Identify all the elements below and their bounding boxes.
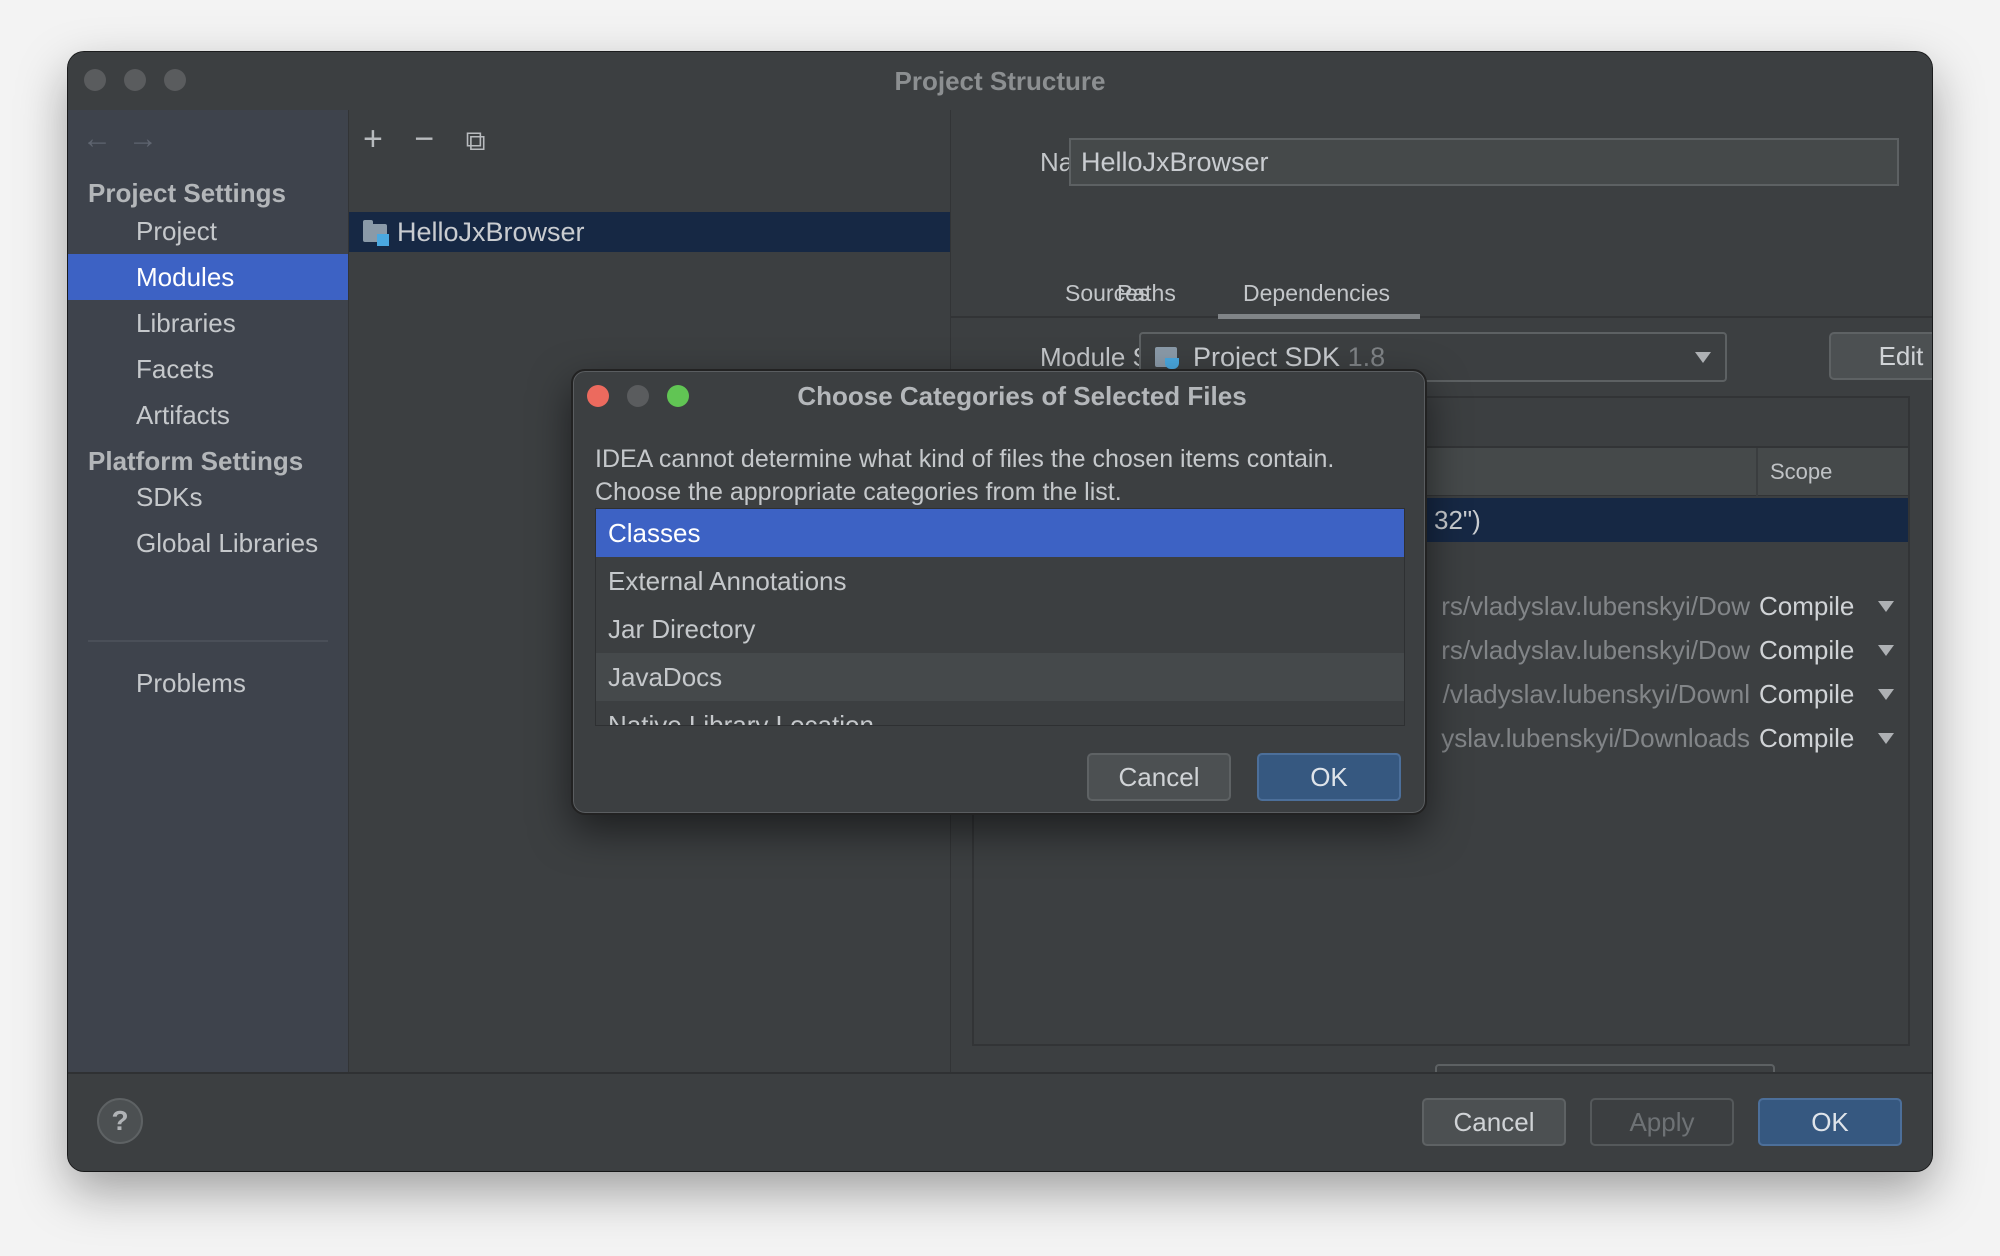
sidebar-item-project[interactable]: Project: [68, 208, 348, 254]
edit-sdk-button[interactable]: Edit: [1829, 332, 1932, 380]
active-tab-indicator: [1218, 314, 1420, 319]
sdk-folder-icon: [1155, 344, 1185, 372]
chevron-down-icon[interactable]: [1878, 689, 1894, 700]
help-button[interactable]: ?: [97, 1098, 143, 1144]
category-item-classes[interactable]: Classes: [596, 509, 1404, 557]
dialog-ok-button[interactable]: OK: [1257, 753, 1401, 801]
sidebar-item-libraries[interactable]: Libraries: [68, 300, 348, 346]
dialog-message-line-2: Choose the appropriate categories from t…: [595, 478, 1122, 506]
title-bar: Project Structure: [68, 52, 1932, 110]
categories-list[interactable]: Classes External Annotations Jar Directo…: [595, 508, 1405, 726]
platform-settings-header: Platform Settings: [88, 446, 304, 476]
arrow-right-icon[interactable]: →: [128, 122, 158, 155]
dialog-title: Choose Categories of Selected Files: [797, 381, 1247, 411]
dependency-scope[interactable]: Compile: [1759, 672, 1854, 716]
dependency-scope[interactable]: Compile: [1759, 584, 1854, 628]
chevron-down-icon[interactable]: [1878, 645, 1894, 656]
chevron-down-icon[interactable]: [1878, 733, 1894, 744]
sidebar-item-sdks[interactable]: SDKs: [68, 474, 348, 520]
dependency-sdk-text: 32"): [1434, 505, 1481, 535]
dialog-cancel-button[interactable]: Cancel: [1087, 753, 1231, 801]
dependency-path: /vladyslav.lubenskyi/Downl: [1442, 679, 1750, 709]
dependency-path: yslav.lubenskyi/Downloads: [1441, 723, 1750, 753]
cancel-button[interactable]: Cancel: [1422, 1098, 1566, 1146]
module-item[interactable]: HelloJxBrowser: [349, 212, 950, 252]
editor-tabs: Sources Paths Dependencies: [951, 270, 1932, 319]
sidebar-item-global-libraries[interactable]: Global Libraries: [68, 520, 348, 566]
window-title: Project Structure: [894, 66, 1106, 96]
tab-dependencies[interactable]: Dependencies: [1243, 280, 1390, 307]
module-folder-icon: [363, 220, 389, 246]
module-sdk-version: 1.8: [1347, 342, 1386, 372]
dependency-path: rs/vladyslav.lubenskyi/Dow: [1441, 635, 1750, 665]
chevron-down-icon[interactable]: [1878, 601, 1894, 612]
category-item-javadocs[interactable]: JavaDocs: [596, 653, 1404, 701]
project-settings-header: Project Settings: [88, 178, 286, 208]
arrow-left-icon[interactable]: ←: [82, 122, 112, 155]
copy-icon[interactable]: ⧉: [466, 125, 486, 158]
dialog-message: IDEA cannot determine what kind of files…: [595, 443, 1334, 509]
dependency-path: rs/vladyslav.lubenskyi/Dow: [1441, 591, 1750, 621]
sidebar-item-problems[interactable]: Problems: [68, 660, 348, 706]
module-name: HelloJxBrowser: [397, 217, 585, 247]
sidebar-item-facets[interactable]: Facets: [68, 346, 348, 392]
category-item-native-library-location[interactable]: Native Library Location: [596, 701, 1404, 725]
footer-bar: ? Cancel Apply OK: [68, 1072, 1932, 1171]
dialog-message-line-1: IDEA cannot determine what kind of files…: [595, 445, 1335, 473]
dependency-scope[interactable]: Compile: [1759, 628, 1854, 672]
sidebar: ← → Project Settings Project Modules Libr…: [68, 110, 348, 1130]
category-item-jar-directory[interactable]: Jar Directory: [596, 605, 1404, 653]
chevron-down-icon: [1695, 352, 1711, 363]
module-sdk-value: Project SDK: [1193, 342, 1341, 372]
sidebar-item-artifacts[interactable]: Artifacts: [68, 392, 348, 438]
apply-button[interactable]: Apply: [1590, 1098, 1734, 1146]
sidebar-item-modules[interactable]: Modules: [68, 254, 348, 300]
module-name-input[interactable]: HelloJxBrowser: [1069, 138, 1899, 186]
scope-column-header[interactable]: Scope: [1756, 448, 1832, 496]
remove-icon[interactable]: −: [414, 120, 434, 159]
ok-button[interactable]: OK: [1758, 1098, 1902, 1146]
sidebar-divider: [88, 640, 328, 642]
nav-arrows: ← →: [82, 122, 174, 156]
add-icon[interactable]: +: [363, 120, 383, 159]
category-item-external-annotations[interactable]: External Annotations: [596, 557, 1404, 605]
dependency-scope[interactable]: Compile: [1759, 716, 1854, 760]
tab-paths[interactable]: Paths: [1117, 280, 1176, 307]
modules-toolbar: + − ⧉: [363, 120, 508, 160]
choose-categories-dialog: Choose Categories of Selected Files IDEA…: [571, 369, 1427, 815]
